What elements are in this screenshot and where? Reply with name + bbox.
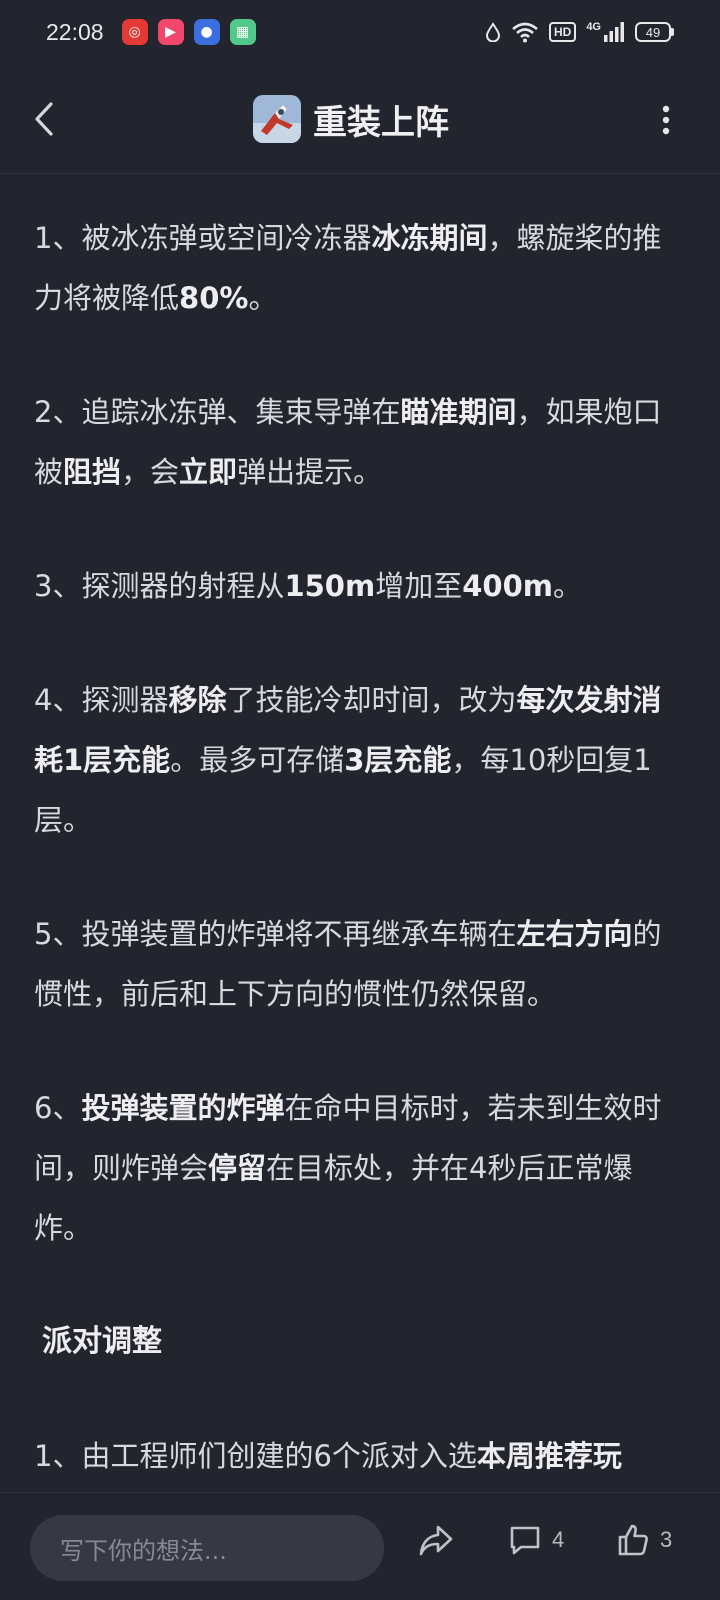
back-button[interactable]	[26, 94, 62, 144]
bold-text: 投弹装置的炸弹	[81, 1091, 285, 1125]
text-span: ，会	[121, 455, 180, 489]
video-app-icon: ▶	[157, 19, 184, 45]
paragraph-5: 5、投弹装置的炸弹将不再继承车辆在左右方向的惯性，前后和上下方向的惯性仍然保留。	[34, 904, 684, 1024]
hd-badge: HD	[548, 22, 577, 42]
bold-text: 150m	[284, 569, 376, 603]
game-icon	[253, 95, 301, 143]
text-span: 了技能冷却时间，改为	[226, 683, 517, 717]
header: 重装上阵	[0, 64, 720, 174]
bold-text: 立即	[179, 455, 238, 489]
bold-text: 冰冻期间	[371, 221, 488, 255]
bold-text: 本周推荐玩	[476, 1439, 622, 1473]
bold-text: 80%	[179, 281, 249, 315]
like-count: 3	[660, 1527, 673, 1552]
bold-text: 400m	[462, 569, 553, 603]
text-span: 。	[248, 281, 278, 315]
battery-level: 49	[635, 22, 671, 42]
notes-app-icon: ▦	[229, 19, 256, 45]
paragraph-1: 1、被冰冻弹或空间冷冻器冰冻期间，螺旋桨的推力将被降低80%。	[34, 208, 684, 328]
text-span: 。最多可存储	[170, 743, 345, 777]
back-icon	[35, 102, 53, 136]
signal-icon	[604, 22, 624, 42]
comment-count: 4	[552, 1527, 565, 1552]
text-span: 增加至	[375, 569, 463, 603]
status-bar: 22:08 ◎ ▶ ● ▦ HD 4G 49	[0, 0, 720, 64]
page-title: 重装上阵	[313, 102, 449, 143]
article-content: 1、被冰冻弹或空间冷冻器冰冻期间，螺旋桨的推力将被降低80%。 2、追踪冰冻弹、…	[34, 208, 684, 1540]
title-group[interactable]: 重装上阵	[253, 94, 449, 144]
like-icon	[618, 1524, 648, 1556]
signal-indicator: 4G	[586, 21, 625, 43]
more-button[interactable]	[650, 100, 682, 140]
comment-input[interactable]: 写下你的想法...	[30, 1515, 384, 1581]
paragraph-6: 6、投弹装置的炸弹在命中目标时，若未到生效时间，则炸弹会停留在目标处，并在4秒后…	[34, 1078, 684, 1258]
more-icon	[662, 105, 670, 135]
share-button[interactable]	[418, 1523, 454, 1557]
text-span: 1、被冰冻弹或空间冷冻器	[34, 221, 372, 255]
paragraph-4: 4、探测器移除了技能冷却时间，改为每次发射消耗1层充能。最多可存储3层充能，每1…	[34, 670, 684, 850]
paragraph-7: 1、由工程师们创建的6个派对入选本周推荐玩	[34, 1426, 684, 1486]
bottom-action-bar: 写下你的想法... 4 3	[0, 1492, 720, 1600]
paragraph-3: 3、探测器的射程从150m增加至400m。	[34, 556, 684, 616]
paragraph-2: 2、追踪冰冻弹、集束导弹在瞄准期间，如果炮口被阻挡，会立即弹出提示。	[34, 382, 684, 502]
status-indicators: HD 4G 49	[485, 21, 674, 43]
network-type: 4G	[586, 21, 601, 33]
drop-icon	[485, 22, 500, 42]
bold-text: 瞄准期间	[400, 395, 517, 429]
text-span: 3、探测器的射程从	[34, 569, 285, 603]
text-span: 2、追踪冰冻弹、集束导弹在	[34, 395, 401, 429]
comment-placeholder: 写下你的想法...	[60, 1536, 227, 1565]
bold-text: 阻挡	[63, 455, 122, 489]
comment-button[interactable]: 4	[508, 1523, 564, 1557]
comment-icon	[510, 1526, 540, 1555]
bold-text: 移除	[168, 683, 227, 717]
wifi-icon	[512, 22, 538, 43]
status-time: 22:08	[46, 18, 104, 45]
text-span: 6、	[34, 1091, 82, 1125]
text-span: 5、投弹装置的炸弹将不再继承车辆在	[34, 917, 517, 951]
text-span: 1、由工程师们创建的6个派对入选	[34, 1439, 477, 1473]
text-span: 。	[553, 569, 583, 603]
battery-indicator: 49	[635, 22, 674, 42]
text-span: 4、探测器	[34, 683, 169, 717]
chat-app-icon: ●	[193, 19, 220, 45]
like-button[interactable]: 3	[616, 1523, 672, 1557]
bold-text: 左右方向	[516, 917, 633, 951]
netease-music-icon: ◎	[121, 19, 148, 45]
share-icon	[419, 1525, 453, 1556]
section-title: 派对调整	[42, 1324, 162, 1359]
bold-text: 3层充能	[344, 743, 452, 777]
bold-text: 停留	[208, 1151, 267, 1185]
text-span: 弹出提示。	[237, 455, 383, 489]
battery-tip	[671, 28, 674, 36]
